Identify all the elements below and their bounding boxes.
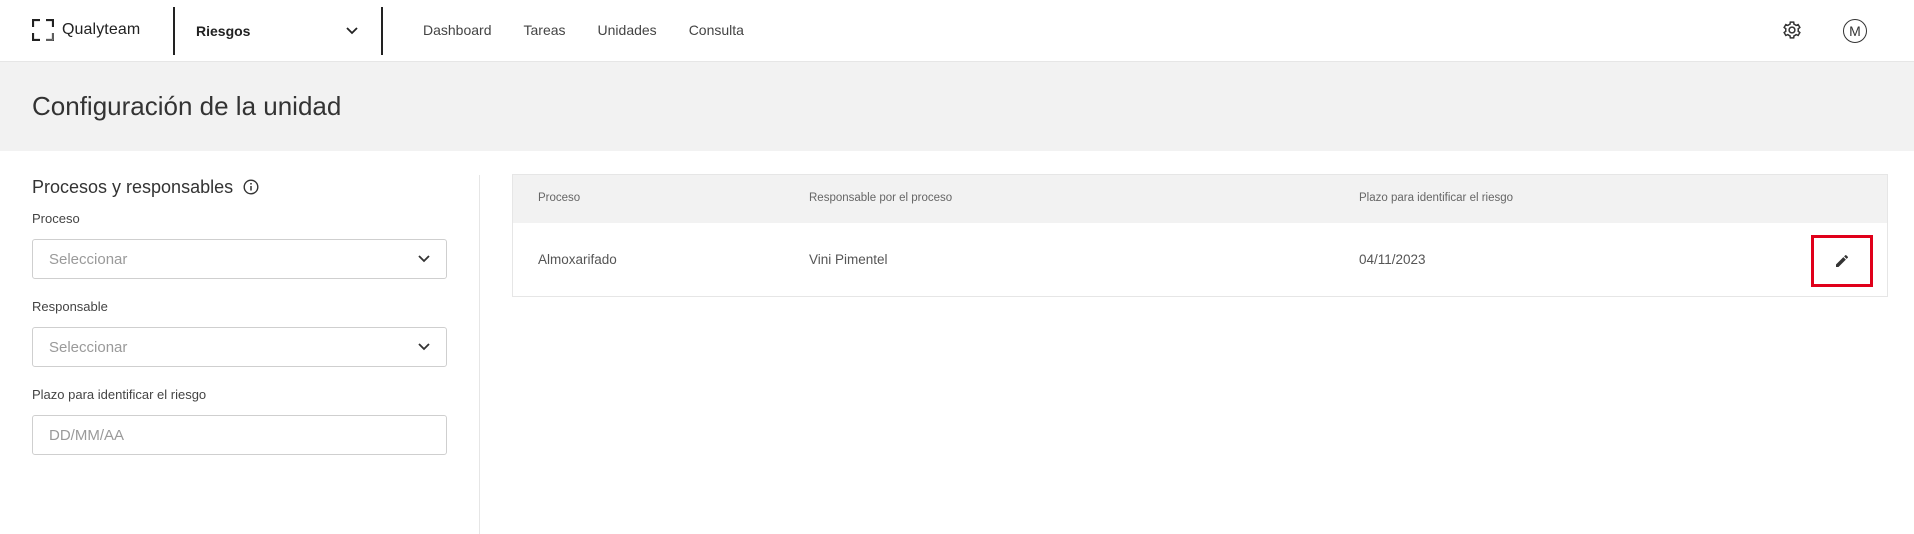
- user-initial: M: [1849, 23, 1861, 39]
- nav-item-consulta[interactable]: Consulta: [689, 22, 744, 38]
- brand-logo[interactable]: Qualyteam: [32, 19, 140, 41]
- responsable-placeholder: Seleccionar: [49, 338, 128, 356]
- cell-plazo: 04/11/2023: [1359, 252, 1426, 267]
- pencil-icon: [1836, 254, 1849, 267]
- module-label: Riesgos: [196, 23, 251, 39]
- qualyteam-logo-icon: [32, 19, 54, 41]
- cell-responsable: Vini Pimentel: [809, 252, 888, 267]
- page-title: Configuración de la unidad: [32, 91, 342, 121]
- gear-icon[interactable]: [1782, 20, 1802, 40]
- nav-item-unidades[interactable]: Unidades: [598, 22, 657, 38]
- nav-divider: [173, 7, 175, 55]
- nav-divider: [381, 7, 383, 55]
- top-navbar: Qualyteam Riesgos Dashboard Tareas Unida…: [0, 0, 1914, 62]
- column-header-proceso: Proceso: [538, 192, 581, 204]
- section-title: Procesos y responsables: [32, 176, 234, 197]
- column-header-plazo: Plazo para identificar el riesgo: [1359, 192, 1514, 204]
- chevron-down-icon: [418, 255, 430, 263]
- proceso-select[interactable]: Seleccionar: [32, 239, 447, 279]
- plazo-label: Plazo para identificar el riesgo: [32, 387, 207, 402]
- info-icon[interactable]: [243, 179, 259, 195]
- user-avatar[interactable]: M: [1843, 19, 1867, 43]
- plazo-date-input[interactable]: [32, 415, 447, 455]
- page-header: Configuración de la unidad: [0, 62, 1914, 151]
- table-header: Proceso Responsable por el proceso Plazo…: [513, 175, 1887, 223]
- section-header: Procesos y responsables: [32, 175, 447, 199]
- module-selector[interactable]: Riesgos: [196, 20, 358, 42]
- edit-button[interactable]: [1811, 235, 1873, 287]
- process-table: Proceso Responsable por el proceso Plazo…: [512, 174, 1888, 297]
- proceso-placeholder: Seleccionar: [49, 250, 128, 268]
- nav-item-dashboard[interactable]: Dashboard: [423, 22, 492, 38]
- chevron-down-icon: [346, 27, 358, 35]
- cell-proceso: Almoxarifado: [538, 252, 617, 267]
- proceso-label: Proceso: [32, 211, 80, 226]
- column-header-responsable: Responsable por el proceso: [809, 192, 953, 204]
- main-nav: Dashboard Tareas Unidades Consulta: [423, 22, 744, 38]
- responsable-select[interactable]: Seleccionar: [32, 327, 447, 367]
- process-form-panel: Procesos y responsables Proceso Seleccio…: [32, 175, 447, 459]
- chevron-down-icon: [418, 343, 430, 351]
- brand-name: Qualyteam: [62, 21, 141, 38]
- nav-item-tareas[interactable]: Tareas: [524, 22, 566, 38]
- panel-divider: [479, 175, 480, 534]
- table-row: Almoxarifado Vini Pimentel 04/11/2023: [513, 223, 1887, 296]
- responsable-label: Responsable: [32, 299, 108, 314]
